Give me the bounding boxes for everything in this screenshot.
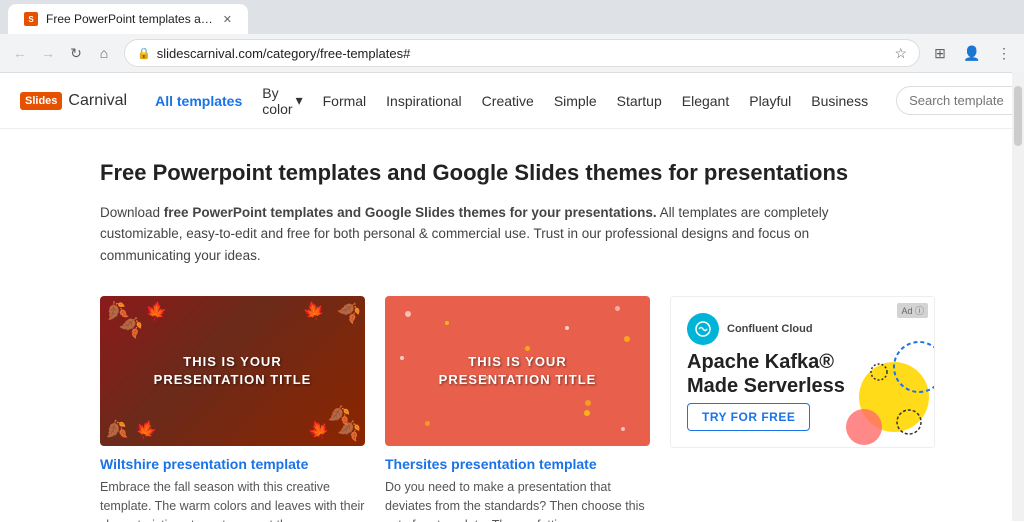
home-button[interactable]: ⌂ [92,41,116,65]
search-box[interactable]: 🔍 [896,86,1024,115]
logo-icon: Slides [20,92,62,110]
ad-badge: Ad ⓘ [897,303,928,318]
extensions-button[interactable]: ⊞ [928,41,952,65]
menu-button[interactable]: ⋮ [992,41,1016,65]
ad-cta-button[interactable]: TRY FOR FREE [687,403,810,431]
dropdown-arrow-icon: ▾ [296,92,303,109]
nav-elegant[interactable]: Elegant [674,87,737,115]
ad-card[interactable]: Ad ⓘ Confluent Cloud Apache K [670,296,935,448]
nav-playful[interactable]: Playful [741,87,799,115]
profile-button[interactable]: 👤 [960,41,984,65]
tab-title: Free PowerPoint templates and Google... [46,12,215,26]
url-text: slidescarnival.com/category/free-templat… [157,46,889,61]
nav-all-templates[interactable]: All templates [147,87,250,115]
nav-buttons: ← → ↻ ⌂ [8,41,116,65]
ad-headline: Apache Kafka® Made Serverless [687,350,918,398]
browser-chrome: S Free PowerPoint templates and Google..… [0,0,1024,73]
template-name-wiltshire[interactable]: Wiltshire presentation template [100,456,365,472]
template-name-thersites[interactable]: Thersites presentation template [385,456,650,472]
active-tab[interactable]: S Free PowerPoint templates and Google..… [8,4,248,34]
nav-formal[interactable]: Formal [315,87,375,115]
template-desc-wiltshire: Embrace the fall season with this creati… [100,478,365,522]
ad-logo-icon [687,313,719,345]
template-title-overlay-wiltshire: THIS IS YOUR PRESENTATION TITLE [154,353,312,389]
back-button[interactable]: ← [8,41,32,65]
address-bar[interactable]: 🔒 slidescarnival.com/category/free-templ… [124,39,920,67]
page-title: Free Powerpoint templates and Google Sli… [100,159,924,188]
ad-logo-row: Confluent Cloud [687,313,918,345]
template-desc-thersites: Do you need to make a presentation that … [385,478,650,522]
scrollbar[interactable] [1012,72,1024,521]
nav-by-color[interactable]: By color ▾ [254,79,310,123]
description-bold: free PowerPoint templates and Google Sli… [164,205,657,220]
logo-text: Carnival [68,92,127,110]
browser-actions: ⊞ 👤 ⋮ [928,41,1016,65]
ad-content: Confluent Cloud Apache Kafka® Made Serve… [671,297,934,447]
nav-inspirational[interactable]: Inspirational [378,87,470,115]
tabs-bar: S Free PowerPoint templates and Google..… [0,0,1024,34]
page-description: Download free PowerPoint templates and G… [100,202,900,267]
lock-icon: 🔒 [137,47,151,60]
template-card-thersites: THIS IS YOUR PRESENTATION TITLE Thersite… [385,296,650,522]
tab-close-icon[interactable]: ✕ [223,13,232,26]
template-thumbnail-wiltshire[interactable]: 🍂 🍁 🍂 🍁 🍂 🍂 🍁 🍂 🍁 🍂 THIS IS YOUR PRESENT… [100,296,365,446]
nav-simple[interactable]: Simple [546,87,605,115]
browser-toolbar: ← → ↻ ⌂ 🔒 slidescarnival.com/category/fr… [0,34,1024,72]
main-nav: All templates By color ▾ Formal Inspirat… [147,79,876,123]
nav-business[interactable]: Business [803,87,876,115]
template-title-overlay-thersites: THIS IS YOUR PRESENTATION TITLE [439,353,597,389]
bookmark-icon[interactable]: ☆ [894,45,907,62]
tab-favicon: S [24,12,38,26]
page-content: Slides Carnival All templates By color ▾… [0,73,1024,522]
search-input[interactable] [909,93,1024,108]
scroll-thumb[interactable] [1014,86,1022,146]
main-content: Free Powerpoint templates and Google Sli… [0,129,1024,522]
nav-startup[interactable]: Startup [609,87,670,115]
template-thumbnail-thersites[interactable]: THIS IS YOUR PRESENTATION TITLE [385,296,650,446]
template-card-wiltshire: 🍂 🍁 🍂 🍁 🍂 🍂 🍁 🍂 🍁 🍂 THIS IS YOUR PRESENT… [100,296,365,522]
refresh-button[interactable]: ↻ [64,41,88,65]
nav-bar: Slides Carnival All templates By color ▾… [0,73,1024,129]
logo[interactable]: Slides Carnival [20,92,127,110]
nav-creative[interactable]: Creative [474,87,542,115]
ad-logo-text: Confluent Cloud [727,323,813,335]
forward-button[interactable]: → [36,41,60,65]
templates-grid: 🍂 🍁 🍂 🍁 🍂 🍂 🍁 🍂 🍁 🍂 THIS IS YOUR PRESENT… [100,296,924,522]
description-prefix: Download [100,205,164,220]
